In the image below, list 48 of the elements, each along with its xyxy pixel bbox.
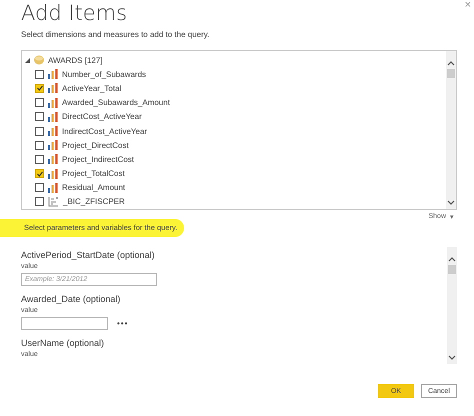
dialog-title: Add Items — [21, 0, 128, 26]
parameter-label: Awarded_Date (optional) — [21, 294, 122, 305]
parameter-label: ActivePeriod_StartDate (optional) — [21, 250, 156, 261]
scroll-up-icon[interactable] — [447, 60, 455, 66]
bar-chart-icon — [48, 168, 58, 179]
scroll-thumb[interactable] — [447, 69, 455, 78]
bar-chart-icon — [48, 83, 58, 94]
parameter-label: UserName (optional) — [21, 338, 106, 349]
checkbox[interactable] — [35, 154, 44, 164]
bar-chart-icon — [48, 140, 58, 150]
bar-chart-icon — [48, 98, 58, 108]
checkbox[interactable] — [35, 183, 44, 192]
tree-root-label[interactable]: AWARDS [127] — [48, 56, 103, 65]
bar-chart-icon — [48, 182, 58, 193]
scroll-down-icon[interactable] — [447, 200, 455, 206]
expander-icon[interactable] — [25, 58, 30, 63]
field-label[interactable]: Residual_Amount — [62, 183, 126, 192]
field-label[interactable]: DirectCost_ActiveYear — [62, 112, 142, 122]
bar-chart-icon — [48, 126, 58, 136]
checkbox[interactable] — [35, 197, 44, 206]
field-label[interactable]: Number_of_Subawards — [62, 70, 146, 79]
scroll-up-icon[interactable] — [448, 256, 456, 262]
bar-chart-icon — [48, 154, 58, 164]
field-label[interactable]: IndirectCost_ActiveYear — [62, 126, 148, 136]
bar-chart-icon — [48, 69, 58, 80]
field-label[interactable]: ActiveYear_Total — [62, 84, 122, 93]
field-label[interactable]: Project_TotalCost — [62, 169, 125, 178]
cube-icon — [34, 55, 44, 66]
field-label[interactable]: Project_IndirectCost — [62, 154, 134, 164]
instruction-text: Select dimensions and measures to add to the query. — [21, 30, 210, 40]
tree-scrollbar[interactable] — [446, 51, 456, 209]
checkbox[interactable] — [35, 140, 44, 150]
scroll-thumb[interactable] — [448, 265, 456, 274]
hierarchy-icon — [48, 196, 59, 208]
bar-chart-icon — [48, 112, 58, 122]
checkbox[interactable] — [35, 98, 44, 108]
checkbox[interactable] — [35, 70, 44, 79]
scroll-down-icon[interactable] — [448, 355, 456, 361]
field-label[interactable]: Project_DirectCost — [62, 140, 129, 150]
checkbox[interactable] — [35, 84, 44, 93]
checkbox[interactable] — [35, 169, 44, 178]
checkbox[interactable] — [35, 126, 44, 136]
checkbox[interactable] — [35, 112, 44, 122]
field-label[interactable]: Awarded_Subawards_Amount — [62, 98, 170, 108]
more-button[interactable]: ••• — [117, 319, 128, 328]
parameters-scrollbar[interactable] — [447, 247, 457, 364]
field-label[interactable]: _BIC_ZFISCPER — [63, 197, 125, 206]
input-field[interactable] — [21, 317, 108, 330]
